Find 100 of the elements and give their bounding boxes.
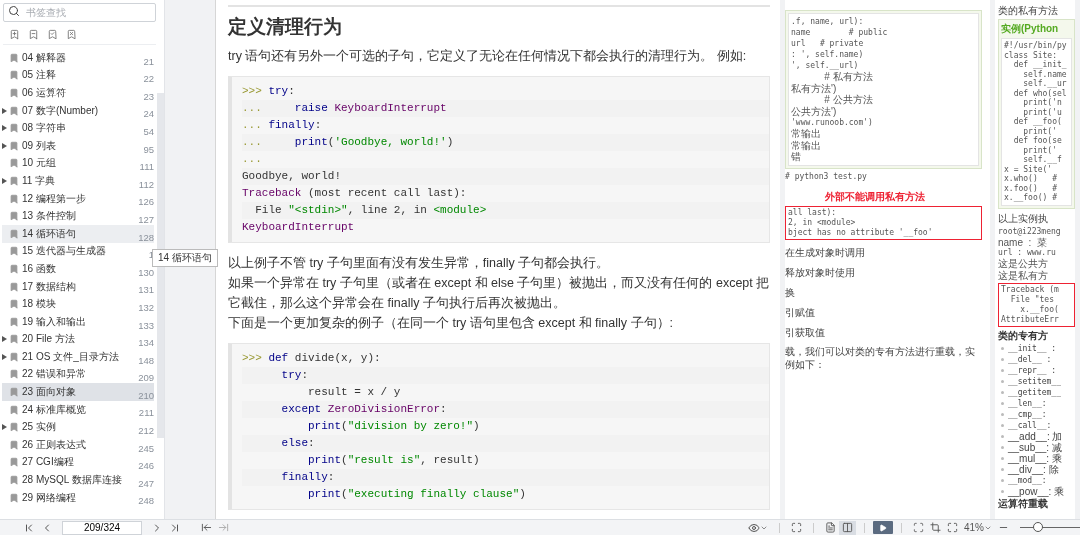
page-number: 23 [142,90,154,102]
code-line: url # private [791,38,865,49]
list-item: __sub__: 减 [1008,442,1062,453]
bookmark-label: 07 数字(Number) [22,104,100,117]
code-line: 这是私有方 [998,269,1049,281]
bookmark-item[interactable]: 21 OS 文件_目录方法 148 [2,348,154,366]
search-field[interactable]: 书签查找 [3,3,156,22]
page-number: 22 [142,73,154,85]
error-line: Traceback (m [1001,285,1060,295]
bookmark-label: 15 迭代器与生成器 [22,245,107,258]
tooltip: 14 循环语句 [152,249,218,267]
bullet-icon [1001,413,1004,416]
zoom-slider-thumb[interactable] [1033,522,1043,532]
bookmark-x-icon[interactable] [66,29,77,40]
page-number: 95 [142,143,154,155]
page-number: 127 [137,213,154,225]
text-line: 在生成对象时调用 [785,245,866,260]
bookmark-icon [9,387,19,398]
page-number: 148 [137,354,154,366]
zoom-dropdown[interactable]: 41% [961,520,995,535]
code-line: self.__f [1022,155,1063,165]
expand-arrow-icon [2,353,7,360]
expand-icon [791,522,802,533]
bookmark-icon [9,316,19,327]
bookmark-label: 29 网络编程 [22,491,77,504]
bookmark-item[interactable]: 28 MySQL 数据库连接 247 [2,471,154,489]
code-line: def __foo( [1012,117,1063,127]
code-line: self.name [1022,69,1068,79]
bookmark-item[interactable]: 12 编程第一步 126 [2,189,154,208]
bookmark-item[interactable]: 07 数字(Number) 24 [2,101,154,120]
section-subtitle: 运算符重载 [998,498,1048,510]
text-line: 换 [785,285,796,300]
page-number: 132 [137,301,154,313]
text-line: 类的私有方法 [998,4,1059,17]
bookmark-icon [9,422,19,433]
bookmark-item[interactable]: 25 实例 212 [2,418,154,437]
bookmark-label: 09 列表 [22,139,57,152]
paragraph: 如果一个异常在 try 子句里（或者在 except 和 else 子句里）被抛出，而又没有任何的 except 把它截住，那么这个异常会在 finally 子句执行后再次被抛出。 [228,275,770,312]
last-page-icon [169,521,181,534]
list-item: __add__: 加 [1008,431,1063,442]
bookmark-item[interactable]: 24 标准库概览 211 [2,400,154,419]
list-item: __cmp__: [1008,409,1047,420]
page-number: 130 [137,266,154,278]
list-item: __init__ : [1008,343,1057,354]
page-number: 210 [137,389,154,401]
play-button[interactable] [873,521,893,534]
bookmark-item[interactable]: 09 列表 95 [2,136,154,155]
bookmark-item[interactable]: 05 注释 22 [2,66,154,85]
bookmark-item[interactable]: 04 解释器 21 [2,49,154,67]
bookmark-item[interactable]: 19 输入和输出 133 [2,312,154,331]
bookmark-item[interactable]: 13 条件控制 127 [2,207,154,225]
page-number: 248 [137,495,154,507]
bookmark-item[interactable]: 08 字符串 54 [2,119,154,137]
code-line: result = x / y [307,385,402,400]
code-line: 错 [791,151,802,163]
bookmark-item[interactable]: 18 模块 132 [2,295,154,313]
add-bookmark-icon[interactable] [9,29,20,40]
bookmark-item[interactable]: 11 字典 112 [2,172,154,190]
expand-arrow-icon [2,336,7,343]
page-number-field[interactable]: 209/324 [62,520,142,535]
list-item: __div__: 除 [1008,464,1059,475]
bookmark-icon [9,105,19,116]
bookmark-item[interactable]: 23 面向对象 210 [2,383,154,401]
code-line: ... [242,152,263,167]
bookmark-label: 08 字符串 [22,122,67,135]
code-line: ... finally: [242,118,323,133]
remove-bookmark-icon[interactable] [28,29,39,40]
crop-button[interactable] [927,520,944,535]
bookmark-icon [9,158,19,169]
bookmark-item[interactable]: 20 File 方法 134 [2,330,154,349]
code-line: def foo(se [1012,136,1063,146]
code-line: Traceback (most recent call last): [242,186,468,201]
code-line: KeyboardInterrupt [242,220,356,235]
bookmark-item[interactable]: 27 CGI编程 246 [2,453,154,472]
text-line: 释放对象时使用 [785,265,856,280]
code-line: 公共方法') [791,105,838,117]
bookmark-item[interactable]: 17 数据结构 131 [2,277,154,296]
bookmark-item[interactable]: 22 错误和异常 209 [2,365,154,384]
bookmark-label: 18 模块 [22,298,57,311]
bookmark-item[interactable]: 16 函数 130 [2,260,154,278]
section-heading: 定义清理行为 [228,15,343,39]
expand-arrow-icon [2,424,7,431]
bookmark-icon [9,404,19,415]
paragraph: 下面是一个更加复杂的例子（在同一个 try 语句里包含 except 和 finally 子句）: [228,315,674,332]
bookmark-item[interactable]: 29 网络编程 248 [2,488,154,507]
bookmark-check-icon[interactable] [47,29,58,40]
bookmark-item[interactable]: 10 元组 111 [2,154,154,173]
list-item: __repr__ : [1008,365,1057,376]
code-line: >>> try: [242,84,296,99]
bookmark-item[interactable]: 26 正则表达式 245 [2,436,154,454]
text-line: 引赋值 [785,305,816,320]
page-number: 211 [137,407,154,419]
expand-arrow-icon [2,142,7,149]
page-number: 128 [137,231,154,243]
double-page-button[interactable] [839,520,856,535]
bookmark-icon [9,369,19,380]
code-line: class Site: [1004,50,1058,60]
code-line: : ', self.name) [791,49,865,60]
bookmark-item[interactable]: 14 循环语句 128 [2,224,154,243]
bookmark-item[interactable]: 06 运算符 23 [2,84,154,102]
